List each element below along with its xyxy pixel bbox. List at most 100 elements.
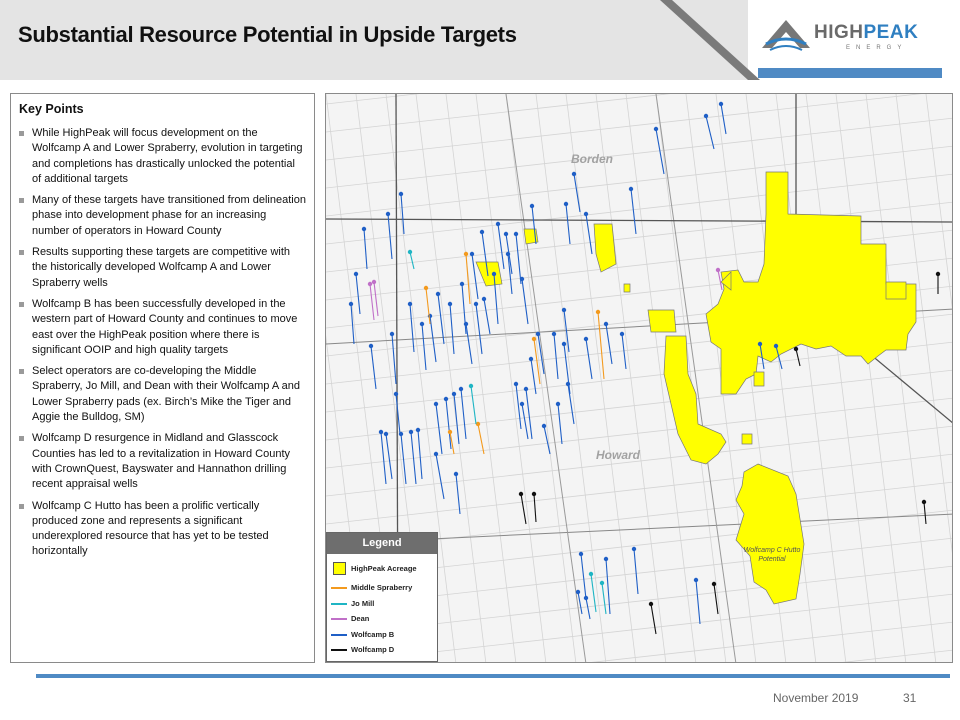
well-head-30 xyxy=(503,231,509,237)
well-head-32 xyxy=(563,201,569,207)
well-path-63 xyxy=(605,323,613,365)
well-path-38 xyxy=(720,103,727,135)
well-path-62 xyxy=(621,333,627,370)
county-label-howard: Howard xyxy=(596,448,641,462)
footer-date: November 2019 xyxy=(773,691,859,705)
legend-label: Middle Spraberry xyxy=(351,583,413,592)
well-path-51 xyxy=(455,473,461,515)
well-path-57 xyxy=(605,558,611,615)
well-head-54 xyxy=(578,551,584,557)
well-head-61 xyxy=(773,343,779,349)
well-head-18 xyxy=(491,271,497,277)
bullet-icon xyxy=(19,250,24,256)
well-path-73 xyxy=(465,253,471,305)
well-path-12 xyxy=(445,398,452,450)
well-path-42 xyxy=(461,283,467,335)
well-head-60 xyxy=(757,341,763,347)
black-line-icon xyxy=(331,649,347,651)
well-path-21 xyxy=(521,278,529,325)
well-path-10 xyxy=(417,429,423,480)
key-point-item: While HighPeak will focus development on… xyxy=(19,126,306,187)
well-head-10 xyxy=(415,427,421,433)
well-path-2 xyxy=(363,228,368,270)
legend-label: Wolfcamp B xyxy=(351,629,395,639)
well-path-32 xyxy=(565,203,571,245)
well-head-75 xyxy=(447,429,453,435)
well-head-13 xyxy=(451,391,457,397)
purple-line-icon xyxy=(331,618,347,620)
well-head-52 xyxy=(523,386,529,392)
well-head-25 xyxy=(561,341,567,347)
footer-rule xyxy=(36,674,950,678)
well-path-65 xyxy=(585,338,593,380)
well-map: Borden Howard Wolfcamp C Hutto Potential… xyxy=(325,93,953,663)
logo-text-peak: PEAK xyxy=(863,22,919,43)
mountain-icon xyxy=(762,20,810,51)
legend-item-jo-mill: Jo Mill xyxy=(327,596,437,612)
highpeak-logo: HIGHPEAK ENERGY xyxy=(760,14,945,62)
well-head-70 xyxy=(648,601,654,607)
logo-text-high: HIGH xyxy=(814,22,864,43)
well-head-83 xyxy=(371,279,377,285)
key-point-item: Many of these targets have transitioned … xyxy=(19,193,306,239)
acreage-block-9 xyxy=(885,281,907,300)
bullet-icon xyxy=(19,436,24,442)
orange-line-icon xyxy=(331,587,347,589)
key-point-item: Results supporting these targets are com… xyxy=(19,245,306,291)
well-head-1 xyxy=(385,211,391,217)
well-head-53 xyxy=(513,381,519,387)
well-head-67 xyxy=(518,491,524,497)
legend-label: HighPeak Acreage xyxy=(351,564,417,573)
well-path-43 xyxy=(449,303,455,355)
well-head-42 xyxy=(459,281,465,287)
acreage-block-10 xyxy=(753,371,765,387)
slide: Substantial Resource Potential in Upside… xyxy=(0,0,960,720)
well-head-68 xyxy=(531,491,537,497)
well-head-20 xyxy=(513,231,519,237)
well-head-29 xyxy=(519,401,525,407)
well-head-6 xyxy=(389,331,395,337)
well-head-0 xyxy=(398,191,404,197)
well-path-44 xyxy=(437,293,445,345)
well-path-29 xyxy=(521,403,529,440)
well-head-5 xyxy=(368,343,374,349)
well-head-76 xyxy=(475,421,481,427)
well-head-63 xyxy=(603,321,609,327)
well-head-40 xyxy=(479,229,485,235)
well-head-37 xyxy=(703,113,709,119)
well-path-24 xyxy=(553,333,559,380)
well-path-17 xyxy=(483,298,491,335)
well-head-11 xyxy=(433,401,439,407)
well-path-69 xyxy=(713,583,719,615)
well-head-21 xyxy=(519,276,525,282)
well-head-39 xyxy=(495,221,501,227)
well-head-80 xyxy=(468,383,474,389)
key-points-list: While HighPeak will focus development on… xyxy=(19,126,306,560)
legend-item-wolfcamp-d: Wolfcamp D xyxy=(327,642,437,658)
key-point-item: Select operators are co-developing the M… xyxy=(19,364,306,425)
well-head-36 xyxy=(653,126,659,132)
well-head-26 xyxy=(565,381,571,387)
well-path-27 xyxy=(557,403,563,445)
well-head-62 xyxy=(619,331,625,337)
key-points-panel: Key Points While HighPeak will focus dev… xyxy=(10,93,315,663)
well-head-57 xyxy=(603,556,609,562)
well-head-2 xyxy=(361,226,367,232)
well-head-72 xyxy=(921,499,927,505)
well-path-37 xyxy=(705,115,715,150)
well-head-56 xyxy=(583,595,589,601)
well-head-8 xyxy=(398,431,404,437)
well-head-46 xyxy=(419,321,425,327)
well-head-38 xyxy=(718,101,724,107)
well-head-64 xyxy=(561,307,567,313)
acreage-block-3 xyxy=(663,335,727,465)
well-path-26 xyxy=(567,383,575,425)
well-head-65 xyxy=(583,336,589,342)
well-path-76 xyxy=(477,423,485,455)
key-point-text: Many of these targets have transitioned … xyxy=(32,194,306,237)
key-points-title: Key Points xyxy=(19,102,84,116)
acreage-block-0 xyxy=(705,171,917,395)
bullet-icon xyxy=(19,301,24,307)
well-path-66 xyxy=(795,348,801,367)
well-head-34 xyxy=(583,211,589,217)
